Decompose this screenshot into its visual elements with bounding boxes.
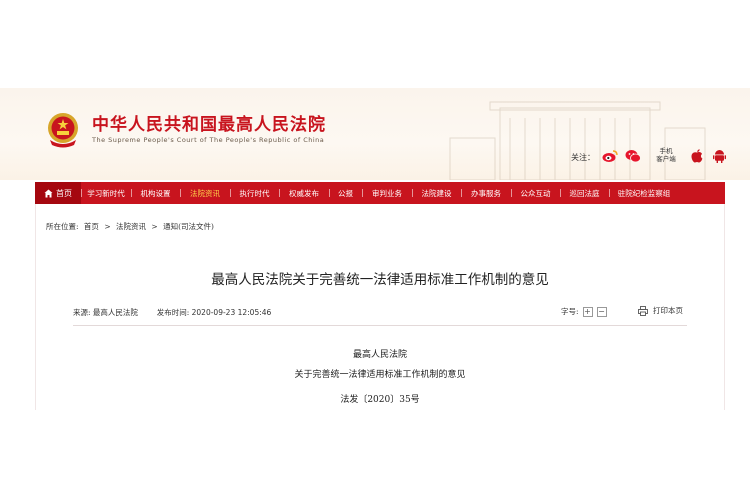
home-icon xyxy=(44,189,53,197)
nav-home[interactable]: 首页 xyxy=(35,182,81,204)
nav-item-circuit-courts[interactable]: 巡回法庭 xyxy=(560,182,609,204)
site-subtitle: The Supreme People's Court of The People… xyxy=(92,136,325,144)
site-title[interactable]: 中华人民共和国最高人民法院 xyxy=(92,110,326,135)
article-source: 最高人民法院 xyxy=(92,308,138,317)
android-icon[interactable] xyxy=(710,148,728,164)
meta-divider xyxy=(73,325,687,326)
national-emblem-icon xyxy=(48,113,78,148)
article-title: 最高人民法院关于完善统一法律适用标准工作机制的意见 xyxy=(211,272,549,288)
main-nav: 首页 学习新时代 机构设置 法院资讯 执行时代 权威发布 公报 审判业务 法院建… xyxy=(35,182,725,204)
wechat-icon[interactable] xyxy=(624,148,642,164)
article-meta: 来源: 最高人民法院 发布时间: 2020-09-23 12:05:46 xyxy=(73,308,272,317)
mobile-client-label[interactable]: 手机 客户端 xyxy=(654,147,678,163)
apple-icon[interactable] xyxy=(688,148,706,164)
doc-issuer: 最高人民法院 xyxy=(352,350,407,360)
court-building-illustration xyxy=(449,101,706,180)
site-header: 中华人民共和国最高人民法院 The Supreme People's Court… xyxy=(0,88,750,180)
doc-number: 法发〔2020〕35号 xyxy=(340,395,420,405)
font-increase-button[interactable]: + xyxy=(582,306,593,317)
breadcrumb-court-news[interactable]: 法院资讯 xyxy=(116,222,146,231)
publish-time: 2020-09-23 12:05:46 xyxy=(191,308,272,317)
weibo-icon[interactable] xyxy=(601,148,619,164)
printer-icon xyxy=(638,305,648,316)
nav-item-enforcement[interactable]: 执行时代 xyxy=(230,182,279,204)
nav-item-releases[interactable]: 权威发布 xyxy=(279,182,329,204)
breadcrumb-notices[interactable]: 通知(司法文件) xyxy=(163,222,214,231)
nav-item-institutions[interactable]: 机构设置 xyxy=(131,182,180,204)
nav-item-services[interactable]: 办事服务 xyxy=(461,182,511,204)
font-size-control: 字号: + − xyxy=(561,306,607,317)
nav-item-trial-business[interactable]: 审判业务 xyxy=(362,182,412,204)
nav-item-gazette[interactable]: 公报 xyxy=(329,182,362,204)
nav-item-interaction[interactable]: 公众互动 xyxy=(511,182,560,204)
breadcrumb-home[interactable]: 首页 xyxy=(84,222,99,231)
font-decrease-button[interactable]: − xyxy=(596,306,607,317)
follow-label: 关注： xyxy=(571,153,595,162)
doc-title: 关于完善统一法律适用标准工作机制的意见 xyxy=(294,370,466,380)
nav-item-court-building[interactable]: 法院建设 xyxy=(412,182,461,204)
print-button[interactable]: 打印本页 xyxy=(638,305,683,316)
nav-item-court-news[interactable]: 法院资讯 xyxy=(180,182,230,204)
nav-item-discipline-group[interactable]: 驻院纪检监察组 xyxy=(609,182,679,204)
nav-item-study[interactable]: 学习新时代 xyxy=(81,182,131,204)
breadcrumb: 所在位置: 首页 > 法院资讯 > 通知(司法文件) xyxy=(46,222,214,231)
